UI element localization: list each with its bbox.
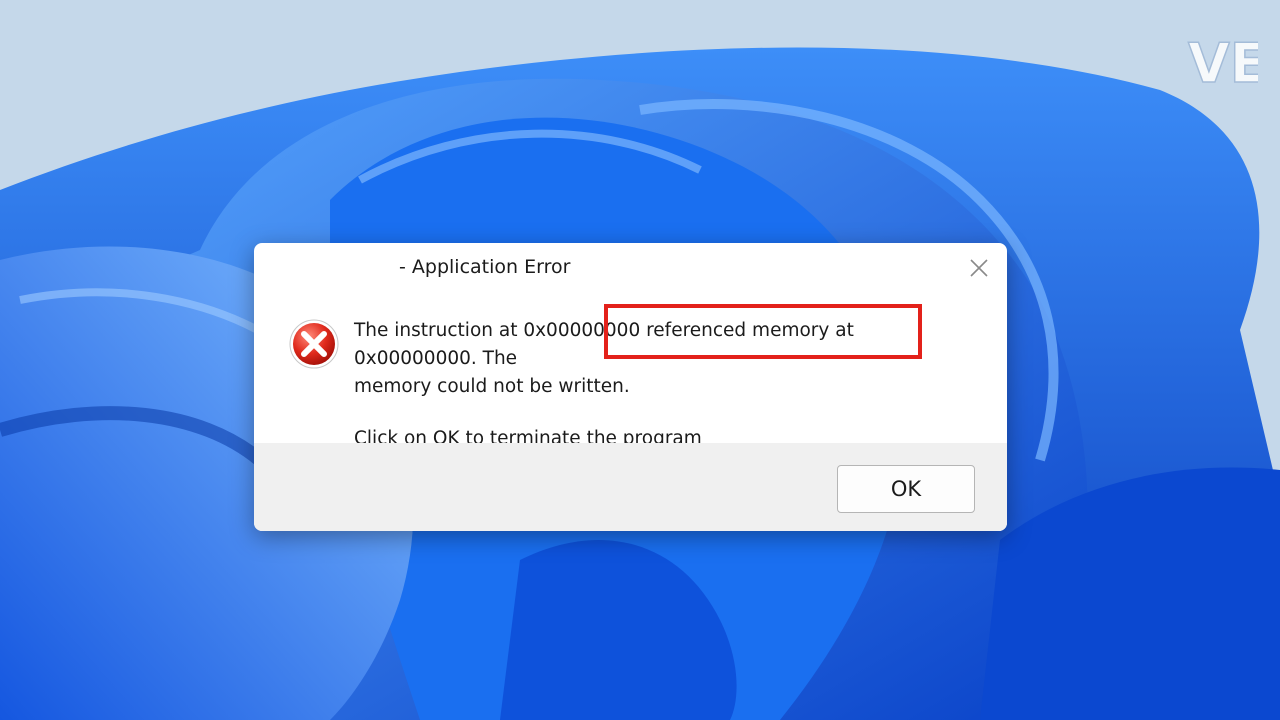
application-error-dialog: - Application Error The instruction at 0… — [254, 243, 1007, 531]
watermark-logo: VE — [1187, 31, 1258, 96]
message-line-2: memory could not be written. — [354, 376, 630, 397]
close-button[interactable] — [962, 253, 996, 283]
error-icon — [288, 317, 340, 371]
watermark-text: VE — [1188, 32, 1258, 95]
dialog-footer: OK — [254, 443, 1007, 531]
highlight-box — [604, 304, 922, 359]
close-icon — [970, 259, 988, 277]
dialog-title: - Application Error — [399, 256, 571, 278]
ok-button[interactable]: OK — [837, 465, 975, 513]
